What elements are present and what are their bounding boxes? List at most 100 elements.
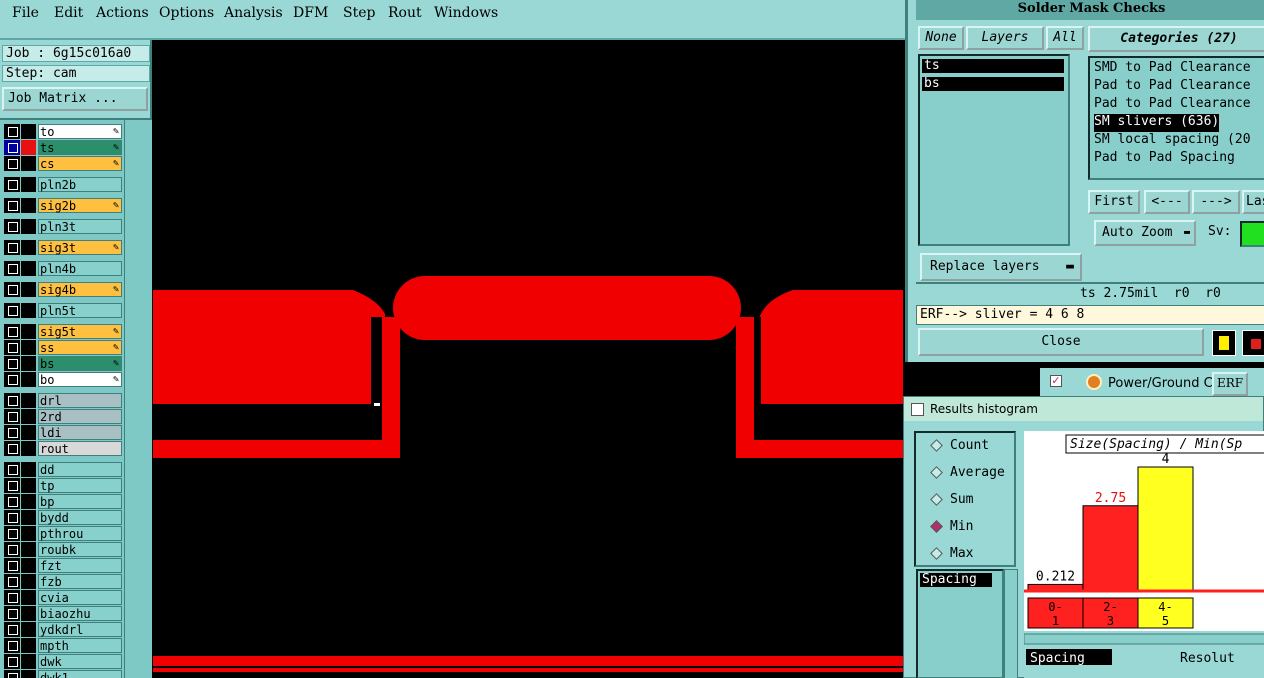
layer-checkbox[interactable] bbox=[4, 654, 20, 669]
first-button[interactable]: First bbox=[1088, 190, 1140, 214]
layer-color-swatch[interactable] bbox=[21, 177, 36, 192]
layer-row-mpth[interactable]: mpth bbox=[4, 638, 122, 653]
layer-color-swatch[interactable] bbox=[21, 462, 36, 477]
layer-row-roubk[interactable]: roubk bbox=[4, 542, 122, 557]
layer-checkbox[interactable] bbox=[4, 282, 20, 297]
layers-button[interactable]: Layers bbox=[966, 26, 1044, 50]
layer-row-bs[interactable]: bs ✎ bbox=[4, 356, 122, 371]
category-item[interactable]: SM local spacing (20 bbox=[1094, 132, 1251, 150]
layer-checkbox[interactable] bbox=[4, 425, 20, 440]
layer-name[interactable]: mpth bbox=[38, 638, 122, 653]
layer-color-swatch[interactable] bbox=[21, 261, 36, 276]
layer-row-sig3t[interactable]: sig3t ✎ bbox=[4, 240, 122, 255]
layer-row-pthrou[interactable]: pthrou bbox=[4, 526, 122, 541]
menu-rout[interactable]: Rout bbox=[388, 5, 422, 21]
layer-checkbox[interactable] bbox=[4, 510, 20, 525]
layer-row-sig5t[interactable]: sig5t ✎ bbox=[4, 324, 122, 339]
layer-color-swatch[interactable] bbox=[21, 478, 36, 493]
layer-row-ydkdrl[interactable]: ydkdrl bbox=[4, 622, 122, 637]
layer-row-2rd[interactable]: 2rd bbox=[4, 409, 122, 424]
layer-color-swatch[interactable] bbox=[21, 198, 36, 213]
menu-file[interactable]: File bbox=[12, 5, 39, 21]
layer-checkbox[interactable] bbox=[4, 590, 20, 605]
layer-checkbox[interactable] bbox=[4, 606, 20, 621]
layer-row-bo[interactable]: bo ✎ bbox=[4, 372, 122, 387]
layer-row-to[interactable]: to ✎ bbox=[4, 124, 122, 139]
layer-name[interactable]: bs ✎ bbox=[38, 356, 122, 371]
layer-row-drl[interactable]: drl bbox=[4, 393, 122, 408]
replace-layers-button[interactable]: Replace layers ▬ bbox=[920, 253, 1082, 281]
exit-icon[interactable] bbox=[1242, 330, 1264, 356]
category-item[interactable]: SMD to Pad Clearance bbox=[1094, 60, 1251, 78]
layer-checkbox[interactable] bbox=[4, 526, 20, 541]
layer-checkbox[interactable] bbox=[4, 240, 20, 255]
layer-color-swatch[interactable] bbox=[21, 240, 36, 255]
snapshot-icon[interactable] bbox=[1212, 330, 1236, 356]
layer-name[interactable]: pln5t bbox=[38, 303, 122, 318]
layer-checkbox[interactable] bbox=[4, 574, 20, 589]
layer-item-ts[interactable]: ts bbox=[922, 59, 1064, 73]
layer-checkbox[interactable] bbox=[4, 124, 20, 139]
spacing-listbox[interactable]: Spacing bbox=[916, 569, 1004, 678]
menu-windows[interactable]: Windows bbox=[434, 5, 498, 21]
layer-row-pln4b[interactable]: pln4b bbox=[4, 261, 122, 276]
layer-checkbox[interactable] bbox=[4, 478, 20, 493]
layer-checkbox[interactable] bbox=[4, 372, 20, 387]
layer-color-swatch[interactable] bbox=[21, 510, 36, 525]
category-item[interactable]: SM slivers (636) bbox=[1094, 114, 1220, 132]
layer-name[interactable]: ldi bbox=[38, 425, 122, 440]
layer-checkbox[interactable] bbox=[4, 670, 20, 678]
layer-checkbox[interactable] bbox=[4, 219, 20, 234]
layer-checkbox[interactable] bbox=[4, 542, 20, 557]
none-button[interactable]: None bbox=[918, 26, 964, 50]
layer-row-fzt[interactable]: fzt bbox=[4, 558, 122, 573]
layer-checkbox[interactable] bbox=[4, 261, 20, 276]
sv-indicator[interactable] bbox=[1240, 221, 1264, 247]
layer-name[interactable]: dwk1 bbox=[38, 670, 122, 678]
menu-options[interactable]: Options bbox=[159, 5, 214, 21]
layer-row-sig2b[interactable]: sig2b ✎ bbox=[4, 198, 122, 213]
layer-row-pln2b[interactable]: pln2b bbox=[4, 177, 122, 192]
prev-button[interactable]: <--- bbox=[1144, 190, 1190, 214]
layer-checkbox[interactable] bbox=[4, 177, 20, 192]
layer-checkbox[interactable] bbox=[4, 393, 20, 408]
auto-zoom-button[interactable]: Auto Zoom ▬ bbox=[1094, 220, 1196, 246]
layer-color-swatch[interactable] bbox=[21, 441, 36, 456]
layer-color-swatch[interactable] bbox=[21, 356, 36, 371]
layer-name[interactable]: cs ✎ bbox=[38, 156, 122, 171]
layer-color-swatch[interactable] bbox=[21, 425, 36, 440]
layer-name[interactable]: fzb bbox=[38, 574, 122, 589]
layer-name[interactable]: biaozhu bbox=[38, 606, 122, 621]
layer-list-scrollbar[interactable] bbox=[124, 120, 150, 678]
layer-name[interactable]: ts ✎ bbox=[38, 140, 122, 155]
layer-color-swatch[interactable] bbox=[21, 372, 36, 387]
spacing-list-scrollbar[interactable] bbox=[1004, 569, 1018, 678]
layer-name[interactable]: sig2b ✎ bbox=[38, 198, 122, 213]
layer-row-bydd[interactable]: bydd bbox=[4, 510, 122, 525]
layer-checkbox[interactable] bbox=[4, 638, 20, 653]
layer-name[interactable]: to ✎ bbox=[38, 124, 122, 139]
layer-row-cvia[interactable]: cvia bbox=[4, 590, 122, 605]
layer-name[interactable]: roubk bbox=[38, 542, 122, 557]
layer-name[interactable]: dwk bbox=[38, 654, 122, 669]
layer-color-swatch[interactable] bbox=[21, 340, 36, 355]
layer-color-swatch[interactable] bbox=[21, 303, 36, 318]
layer-checkbox[interactable] bbox=[4, 462, 20, 477]
layer-row-cs[interactable]: cs ✎ bbox=[4, 156, 122, 171]
layer-color-swatch[interactable] bbox=[21, 282, 36, 297]
layer-name[interactable]: tp bbox=[38, 478, 122, 493]
layer-color-swatch[interactable] bbox=[21, 219, 36, 234]
layer-color-swatch[interactable] bbox=[21, 542, 36, 557]
layer-row-fzb[interactable]: fzb bbox=[4, 574, 122, 589]
menu-step[interactable]: Step bbox=[343, 5, 375, 21]
layer-color-swatch[interactable] bbox=[21, 526, 36, 541]
job-matrix-button[interactable]: Job Matrix ... bbox=[2, 87, 148, 111]
layer-row-tp[interactable]: tp bbox=[4, 478, 122, 493]
menu-dfm[interactable]: DFM bbox=[293, 5, 328, 21]
layer-color-swatch[interactable] bbox=[21, 638, 36, 653]
layer-checkbox[interactable] bbox=[4, 441, 20, 456]
category-item[interactable]: Pad to Pad Spacing bbox=[1094, 150, 1235, 168]
erf-button[interactable]: ERF bbox=[1212, 372, 1248, 396]
layer-name[interactable]: bp bbox=[38, 494, 122, 509]
layer-name[interactable]: bo ✎ bbox=[38, 372, 122, 387]
